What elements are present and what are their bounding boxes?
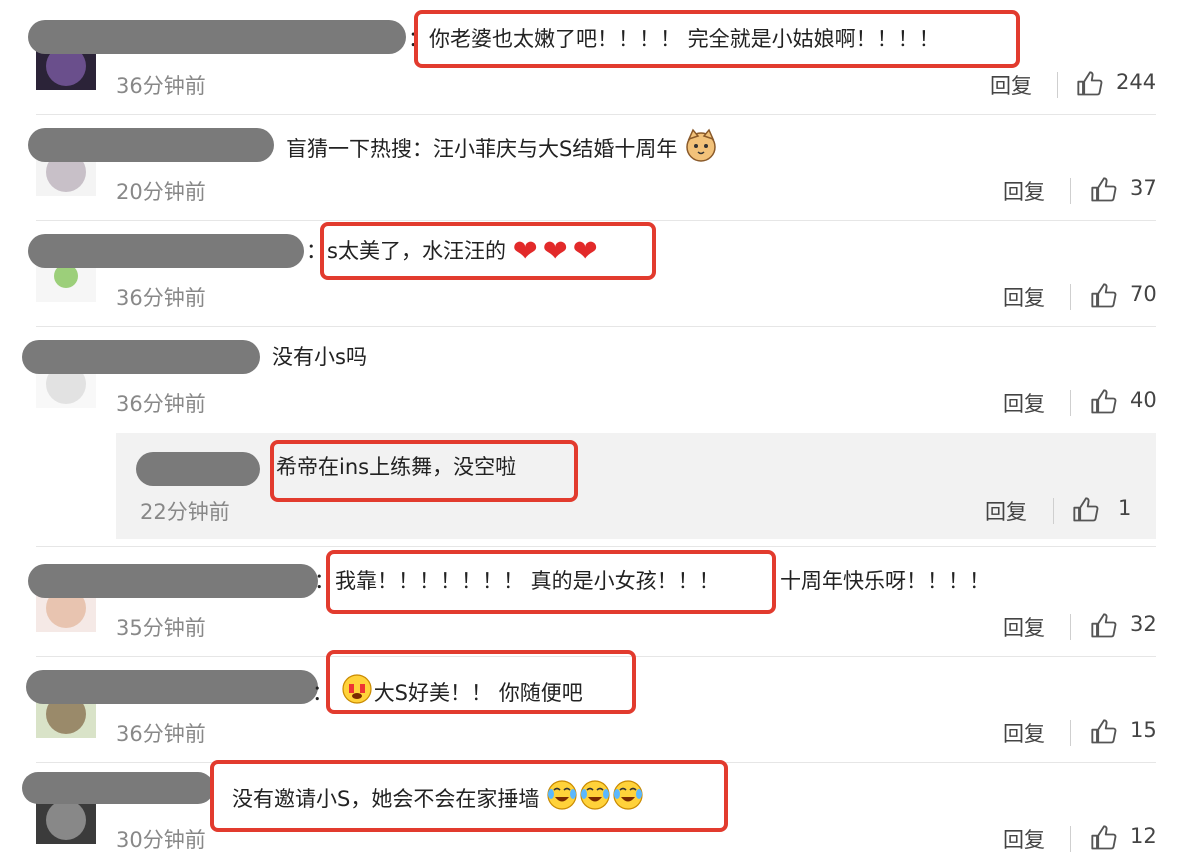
highlight-box [326, 550, 776, 614]
reply-button[interactable]: 回复 [1003, 176, 1045, 206]
like-count: 32 [1130, 612, 1157, 636]
username-redacted[interactable] [28, 234, 304, 268]
comment-item: ：你老婆也太嫩了吧！！！！ 完全就是小姑娘啊！！！！ 36分钟前 回复 244 [0, 0, 1188, 106]
thumbs-up-icon[interactable] [1090, 176, 1118, 204]
username-redacted[interactable] [28, 128, 274, 162]
highlight-box [414, 10, 1020, 68]
divider [36, 220, 1156, 221]
like-count: 37 [1130, 176, 1157, 200]
reply-button[interactable]: 回复 [1003, 718, 1045, 748]
thumbs-up-icon[interactable] [1090, 282, 1118, 310]
timestamp: 36分钟前 [116, 286, 206, 310]
timestamp: 20分钟前 [116, 180, 206, 204]
divider [36, 326, 1156, 327]
divider-vertical [1053, 498, 1054, 524]
divider [36, 546, 1156, 547]
divider-vertical [1070, 826, 1071, 852]
divider-vertical [1070, 178, 1071, 204]
like-count: 1 [1118, 496, 1132, 520]
thumbs-up-icon[interactable] [1072, 496, 1100, 524]
divider [36, 114, 1156, 115]
username-redacted[interactable] [136, 452, 260, 486]
divider-vertical [1070, 614, 1071, 640]
highlight-box [270, 440, 578, 502]
timestamp: 36分钟前 [116, 392, 206, 416]
comment-text-extra: 十周年快乐呀！！！！ [780, 569, 990, 593]
divider-vertical [1070, 720, 1071, 746]
timestamp: 30分钟前 [116, 828, 206, 852]
highlight-box [210, 760, 728, 832]
thumbs-up-icon[interactable] [1090, 718, 1118, 746]
timestamp: 36分钟前 [116, 74, 206, 98]
reply-button[interactable]: 回复 [985, 496, 1027, 526]
highlight-box [326, 650, 636, 714]
thumbs-up-icon[interactable] [1090, 388, 1118, 416]
reply-button[interactable]: 回复 [1003, 824, 1045, 854]
comment-text-content: 盲猜一下热搜：汪小菲庆与大S结婚十周年 [286, 137, 678, 161]
like-count: 12 [1130, 824, 1157, 848]
like-count: 40 [1130, 388, 1157, 412]
divider-vertical [1057, 72, 1058, 98]
reply-button[interactable]: 回复 [1003, 388, 1045, 418]
username-redacted[interactable] [22, 340, 260, 374]
timestamp: 22分钟前 [140, 500, 230, 524]
timestamp: 35分钟前 [116, 616, 206, 640]
thumbs-up-icon[interactable] [1090, 824, 1118, 852]
username-redacted[interactable] [22, 772, 214, 804]
like-count: 244 [1116, 70, 1157, 94]
thumbs-up-icon[interactable] [1090, 612, 1118, 640]
divider-vertical [1070, 390, 1071, 416]
like-count: 15 [1130, 718, 1157, 742]
username-redacted[interactable] [28, 564, 318, 598]
username-redacted[interactable] [28, 20, 406, 54]
timestamp: 36分钟前 [116, 722, 206, 746]
reply-button[interactable]: 回复 [1003, 282, 1045, 312]
highlight-box [320, 222, 656, 280]
divider-vertical [1070, 284, 1071, 310]
reply-button[interactable]: 回复 [990, 70, 1032, 100]
comment-text: 没有小s吗 [272, 345, 367, 369]
comment-text: 盲猜一下热搜：汪小菲庆与大S结婚十周年 [286, 128, 718, 172]
reply-button[interactable]: 回复 [1003, 612, 1045, 642]
like-count: 70 [1130, 282, 1157, 306]
username-redacted[interactable] [26, 670, 318, 704]
cat-face-icon [684, 128, 718, 172]
thumbs-up-icon[interactable] [1076, 70, 1104, 98]
